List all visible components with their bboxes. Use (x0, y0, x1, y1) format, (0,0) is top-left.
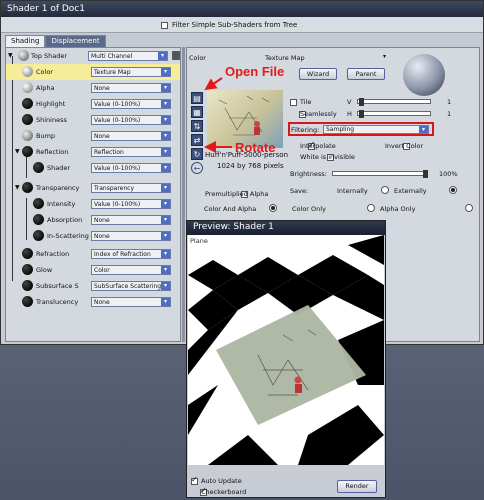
open-file-annotation: Open File (225, 64, 285, 79)
preview-render-area: Plane (188, 235, 384, 465)
checkerboard-render (188, 235, 384, 465)
rotate-annotation: Rotate (235, 140, 276, 155)
preview-window: Preview: Shader 1 Plane ✓ Auto Update ✓ … (186, 220, 386, 498)
render-button[interactable]: Render (337, 480, 377, 493)
auto-update-label: Auto Update (201, 477, 242, 485)
auto-update-checkbox[interactable] (191, 475, 198, 485)
checkerboard-label: Checkerboard (201, 488, 247, 496)
preview-title: Preview: Shader 1 (187, 221, 385, 235)
open-file-arrow (204, 77, 223, 91)
plane-label: Plane (190, 237, 208, 245)
